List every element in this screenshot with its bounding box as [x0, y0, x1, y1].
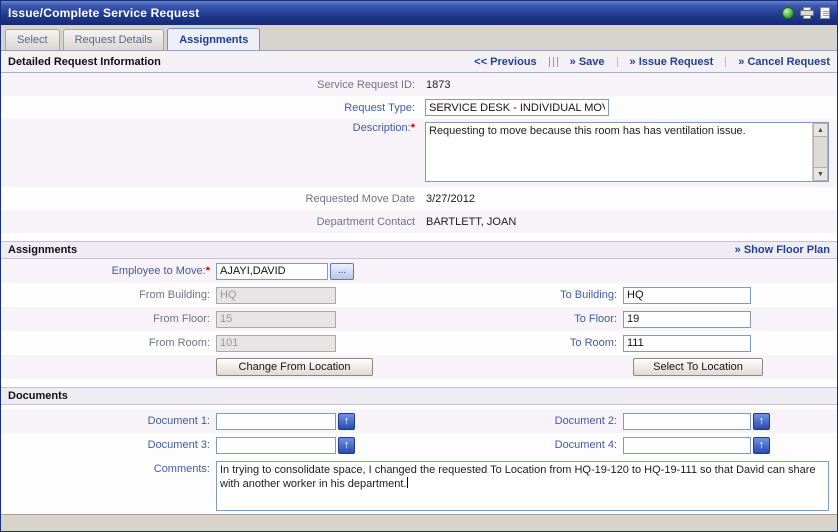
- floor-row: From Floor: To Floor:: [1, 307, 837, 331]
- service-request-window: Issue/Complete Service Request Select Re…: [0, 0, 838, 532]
- document-1-label: Document 1:: [1, 415, 216, 427]
- location-buttons-row: Change From Location Select To Location: [1, 355, 837, 379]
- documents-section-title: Documents: [8, 390, 68, 402]
- room-row: From Room: To Room:: [1, 331, 837, 355]
- request-type-row: Request Type:: [1, 96, 837, 119]
- department-contact-row: Department Contact BARTLETT, JOAN: [1, 210, 837, 233]
- tab-select[interactable]: Select: [5, 29, 60, 50]
- document-4-upload-icon[interactable]: ↑: [753, 437, 770, 454]
- document-2-upload-icon[interactable]: ↑: [753, 413, 770, 430]
- from-room-input: [216, 335, 336, 352]
- required-asterisk: *: [206, 265, 210, 277]
- section-title-detailed-request: Detailed Request Information: [8, 56, 161, 68]
- from-building-input: [216, 287, 336, 304]
- service-request-id-label: Service Request ID:: [1, 79, 421, 91]
- previous-button[interactable]: << Previous: [474, 56, 536, 68]
- requested-move-date-value: 3/27/2012: [421, 193, 475, 205]
- tab-request-details-label: Request Details: [75, 34, 153, 46]
- toolbar-actions: << Previous » Save » Issue Request » Can…: [474, 56, 830, 68]
- status-bar: [1, 514, 837, 531]
- document-3-upload-icon[interactable]: ↑: [338, 437, 355, 454]
- to-room-label: To Room:: [423, 337, 623, 349]
- save-button[interactable]: » Save: [570, 56, 605, 68]
- document-1-upload-icon[interactable]: ↑: [338, 413, 355, 430]
- tab-bar: Select Request Details Assignments: [1, 25, 837, 51]
- scrollbar-thumb[interactable]: [813, 137, 828, 167]
- issue-request-button[interactable]: » Issue Request: [630, 56, 714, 68]
- cancel-request-button[interactable]: » Cancel Request: [738, 56, 830, 68]
- requested-move-date-row: Requested Move Date 3/27/2012: [1, 187, 837, 210]
- toolbar-separator: [617, 57, 618, 67]
- form-content: Detailed Request Information << Previous…: [1, 51, 837, 514]
- toolbar-separator: [549, 57, 558, 67]
- description-text: Requesting to move because this room has…: [426, 123, 812, 181]
- description-scrollbar[interactable]: ▲ ▼: [812, 123, 828, 181]
- document-1-input[interactable]: [216, 413, 336, 430]
- tab-select-label: Select: [17, 34, 48, 46]
- document-4-input[interactable]: [623, 437, 751, 454]
- from-floor-input: [216, 311, 336, 328]
- title-bar-icons: [782, 7, 830, 19]
- tab-request-details[interactable]: Request Details: [63, 29, 165, 50]
- comments-row: Comments: In trying to consolidate space…: [1, 457, 837, 513]
- tab-assignments[interactable]: Assignments: [167, 28, 260, 50]
- employee-to-move-label-text: Employee to Move:: [112, 265, 206, 277]
- employee-to-move-input[interactable]: [216, 263, 328, 280]
- title-bar: Issue/Complete Service Request: [1, 1, 837, 25]
- scroll-down-icon[interactable]: ▼: [813, 167, 828, 181]
- comments-label: Comments:: [1, 461, 216, 475]
- to-building-input[interactable]: [623, 287, 751, 304]
- description-label: Description:*: [1, 122, 421, 134]
- description-textarea[interactable]: Requesting to move because this room has…: [425, 122, 829, 182]
- service-request-id-value: 1873: [421, 79, 450, 91]
- from-building-label: From Building:: [1, 289, 216, 301]
- to-building-label: To Building:: [423, 289, 623, 301]
- request-type-label: Request Type:: [1, 102, 421, 114]
- document-3-label: Document 3:: [1, 439, 216, 451]
- comments-textarea[interactable]: In trying to consolidate space, I change…: [216, 461, 829, 511]
- toolbar-separator: [725, 57, 726, 67]
- documents-row-1: Document 1: ↑ Document 2: ↑: [1, 409, 837, 433]
- document-3-input[interactable]: [216, 437, 336, 454]
- document-2-label: Document 2:: [423, 415, 623, 427]
- help-icon[interactable]: [820, 7, 830, 19]
- required-asterisk: *: [411, 122, 415, 134]
- employee-to-move-label: Employee to Move:*: [1, 265, 216, 277]
- to-room-input[interactable]: [623, 335, 751, 352]
- document-2-input[interactable]: [623, 413, 751, 430]
- comments-text: In trying to consolidate space, I change…: [220, 464, 816, 490]
- from-floor-label: From Floor:: [1, 313, 216, 325]
- assignments-section-title: Assignments: [8, 244, 77, 256]
- show-floor-plan-link[interactable]: » Show Floor Plan: [735, 244, 830, 256]
- document-4-label: Document 4:: [423, 439, 623, 451]
- scroll-up-icon[interactable]: ▲: [813, 123, 828, 137]
- add-icon[interactable]: [782, 7, 794, 19]
- to-floor-label: To Floor:: [423, 313, 623, 325]
- documents-section-header: Documents: [1, 387, 837, 405]
- from-room-label: From Room:: [1, 337, 216, 349]
- tab-assignments-label: Assignments: [179, 34, 248, 46]
- building-row: From Building: To Building:: [1, 283, 837, 307]
- assignments-section-header: Assignments » Show Floor Plan: [1, 241, 837, 259]
- to-floor-input[interactable]: [623, 311, 751, 328]
- page-title: Issue/Complete Service Request: [8, 6, 199, 20]
- select-to-location-button[interactable]: Select To Location: [633, 358, 763, 376]
- print-icon[interactable]: [800, 7, 814, 19]
- change-from-location-button[interactable]: Change From Location: [216, 358, 373, 376]
- description-row: Description:* Requesting to move because…: [1, 119, 837, 187]
- documents-row-2: Document 3: ↑ Document 4: ↑: [1, 433, 837, 457]
- detailed-request-toolbar: Detailed Request Information << Previous…: [1, 51, 837, 73]
- text-caret: [407, 477, 408, 488]
- department-contact-label: Department Contact: [1, 216, 421, 228]
- service-request-id-row: Service Request ID: 1873: [1, 73, 837, 96]
- employee-to-move-row: Employee to Move:* ...: [1, 259, 837, 283]
- employee-picker-button[interactable]: ...: [330, 263, 354, 280]
- department-contact-value: BARTLETT, JOAN: [421, 216, 516, 228]
- description-label-text: Description:: [353, 122, 411, 134]
- requested-move-date-label: Requested Move Date: [1, 193, 421, 205]
- request-type-input[interactable]: [425, 99, 609, 116]
